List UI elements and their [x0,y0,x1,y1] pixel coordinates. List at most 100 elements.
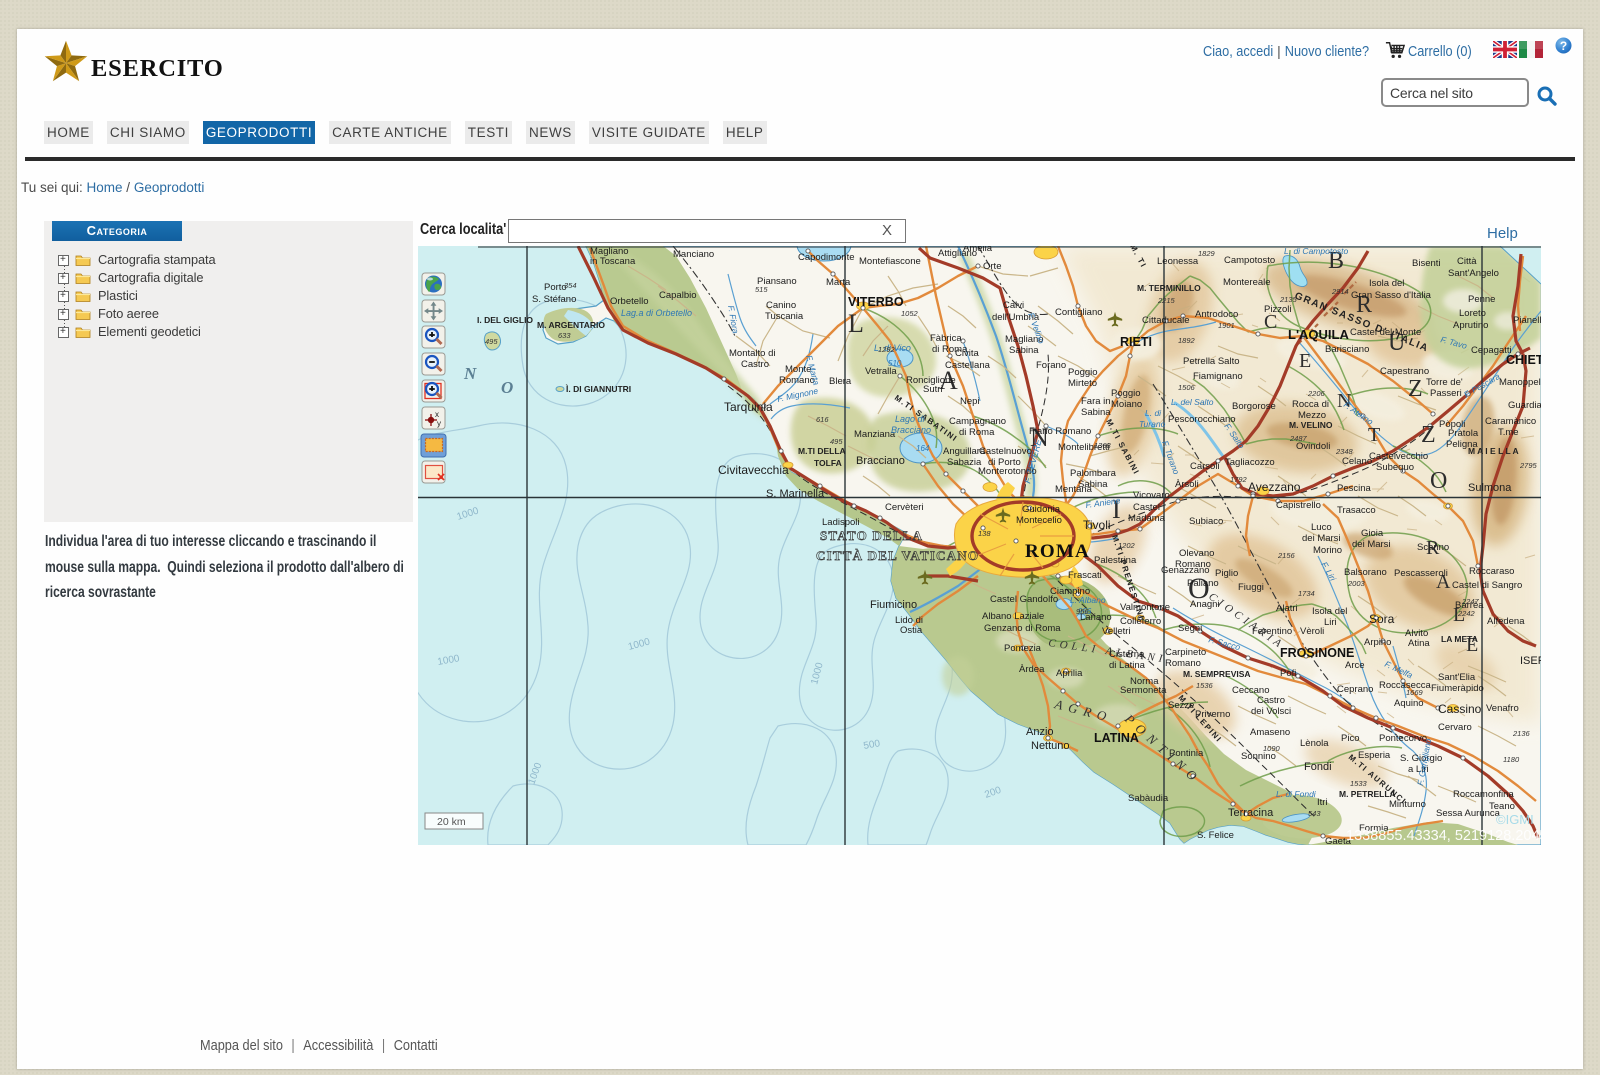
svg-text:Subiaco: Subiaco [1189,516,1223,527]
svg-text:L. di: L. di [1145,408,1162,418]
svg-text:Aprutino: Aprutino [1453,320,1488,331]
svg-text:Sora: Sora [1369,612,1395,626]
svg-text:1829: 1829 [1198,249,1216,258]
svg-text:Fiumeràpido: Fiumeràpido [1431,683,1484,694]
svg-text:Capestrano: Capestrano [1380,366,1429,377]
svg-text:1202: 1202 [1118,541,1136,550]
svg-text:Castellana: Castellana [945,360,991,371]
svg-text:138: 138 [978,529,991,538]
svg-text:L'AQUILA: L'AQUILA [1288,327,1349,342]
svg-text:2215: 2215 [1157,296,1176,305]
svg-text:Sabina: Sabina [1081,407,1111,418]
svg-text:Pontecorvo: Pontecorvo [1379,733,1427,744]
svg-text:Vèroli: Vèroli [1300,626,1324,637]
svg-text:Castelvecchio: Castelvecchio [1369,451,1428,462]
svg-text:y: y [437,419,441,428]
svg-text:LA META: LA META [1441,634,1478,644]
svg-text:2206: 2206 [1307,389,1326,398]
svg-text:1533: 1533 [1350,779,1368,788]
svg-text:L. del Salto: L. del Salto [1171,397,1214,407]
svg-text:Capodimonte: Capodimonte [798,252,855,263]
svg-text:VITERBO: VITERBO [848,295,904,309]
svg-text:E: E [1299,350,1311,372]
svg-text:Montefiascone: Montefiascone [859,256,921,267]
svg-text:Peligna: Peligna [1446,439,1478,450]
svg-text:Genzano di Roma: Genzano di Roma [984,623,1061,634]
svg-text:616: 616 [816,415,829,424]
svg-text:20 km: 20 km [437,816,466,828]
svg-text:Cassino: Cassino [1438,702,1482,716]
svg-text:Amaseno: Amaseno [1250,727,1290,738]
svg-text:FROSINONE: FROSINONE [1280,646,1354,660]
svg-text:Barisciano: Barisciano [1325,344,1369,355]
svg-text:Fiuggi: Fiuggi [1238,582,1264,593]
svg-text:Marta: Marta [826,277,851,288]
svg-text:2795: 2795 [1519,461,1538,470]
svg-text:Pico: Pico [1341,733,1359,744]
svg-text:1292: 1292 [878,345,896,354]
svg-text:1536: 1536 [1196,681,1214,690]
svg-text:2135: 2135 [1279,295,1298,304]
svg-text:L. di Fondi: L. di Fondi [1276,789,1317,799]
svg-text:2487: 2487 [1289,434,1308,443]
svg-text:Gioia: Gioia [1361,528,1384,539]
svg-text:495: 495 [830,437,843,446]
svg-text:Pomezia: Pomezia [1004,643,1042,654]
svg-text:Capalbio: Capalbio [659,290,697,301]
svg-text:Canino: Canino [766,300,796,311]
svg-text:x: x [435,410,439,419]
svg-text:Àrdea: Àrdea [1019,664,1045,675]
svg-text:Cittaducale: Cittaducale [1142,315,1190,326]
svg-text:Olevano: Olevano [1179,548,1214,559]
svg-text:Ì. DI GIANNUTRI: Ì. DI GIANNUTRI [565,384,631,394]
svg-text:STATO DELLA: STATO DELLA [820,528,923,543]
svg-text:543: 543 [1308,809,1321,818]
svg-text:Fondi: Fondi [1304,761,1332,773]
svg-text:Roccamonfina: Roccamonfina [1453,789,1514,800]
svg-text:Forano: Forano [1036,360,1066,371]
svg-text:di Porto: di Porto [988,457,1021,468]
svg-text:Genazzano: Genazzano [1161,565,1210,576]
svg-text:Fàbrica: Fàbrica [930,333,962,344]
svg-text:Pizzoli: Pizzoli [1264,304,1291,315]
svg-text:164: 164 [916,444,930,453]
svg-text:I. DEL GIGLIO: I. DEL GIGLIO [477,315,533,325]
svg-text:Frascati: Frascati [1068,570,1102,581]
svg-text:Fiumicino: Fiumicino [870,599,917,611]
svg-text:Pianella: Pianella [1513,315,1541,326]
svg-text:Contigliano: Contigliano [1055,307,1103,318]
svg-text:©IGMI: ©IGMI [1496,812,1534,827]
svg-text:Guardiagr.: Guardiagr. [1508,400,1541,411]
svg-text:Guidonia: Guidonia [1022,504,1061,515]
svg-text:Morino: Morino [1313,545,1342,556]
svg-text:Segni: Segni [1178,623,1202,634]
svg-text:956: 956 [1076,607,1089,616]
svg-text:Moiano: Moiano [1111,399,1142,410]
svg-text:Leonessa: Leonessa [1157,256,1199,267]
svg-text:Castel del Monte: Castel del Monte [1350,327,1421,338]
svg-text:Esperia: Esperia [1358,750,1391,761]
svg-text:Cervèteri: Cervèteri [885,502,924,513]
svg-text:Castelnuovo: Castelnuovo [979,446,1032,457]
svg-text:M. TERMINILLO: M. TERMINILLO [1137,283,1201,293]
svg-text:T: T [1368,424,1380,446]
svg-text:Calvi: Calvi [1003,300,1024,311]
svg-text:Bracciano: Bracciano [891,425,931,435]
svg-text:RIETI: RIETI [1120,335,1152,349]
svg-text:Terracina: Terracina [1228,807,1274,819]
svg-text:1090: 1090 [1263,744,1281,753]
svg-text:dei Marsi: dei Marsi [1302,533,1341,544]
svg-text:2348: 2348 [1335,447,1354,456]
svg-text:Àrsoli: Àrsoli [1175,479,1199,490]
svg-text:1180: 1180 [1503,755,1520,764]
svg-text:dei Volsci: dei Volsci [1251,706,1291,717]
svg-text:ISERN: ISERN [1520,655,1541,667]
svg-text:Tuscania: Tuscania [765,311,804,322]
svg-text:633: 633 [558,331,571,340]
svg-text:Castel Gandolfo: Castel Gandolfo [990,594,1058,605]
svg-text:Roccaraso: Roccaraso [1469,566,1514,577]
svg-text:ROMA: ROMA [1025,541,1090,562]
svg-text:Trasacco: Trasacco [1337,505,1376,516]
svg-text:Avezzano: Avezzano [1248,480,1301,494]
svg-text:di Roma: di Roma [959,427,995,438]
